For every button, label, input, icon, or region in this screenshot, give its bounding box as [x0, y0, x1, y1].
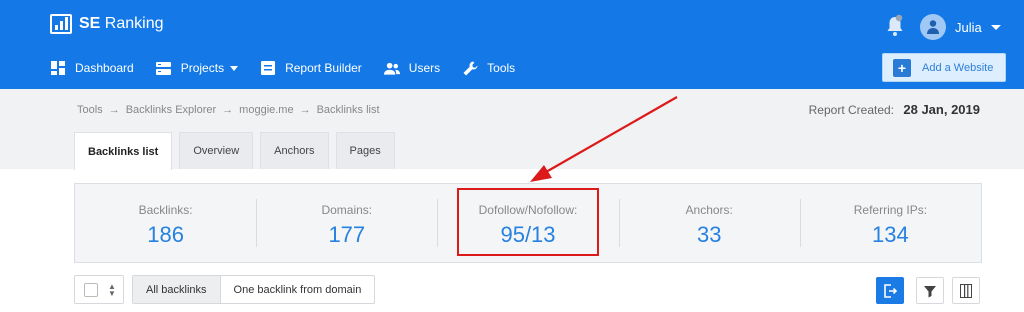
stat-label: Domains: [321, 203, 373, 217]
top-header: SE Ranking Julia Dashboard Projects Repo… [0, 0, 1024, 89]
tab-backlinks-list[interactable]: Backlinks list [74, 132, 173, 170]
projects-icon [156, 60, 172, 76]
select-all-checkbox[interactable] [84, 282, 98, 297]
chevron-down-icon [990, 24, 1001, 30]
breadcrumb-separator: → [108, 104, 120, 116]
chevron-down-icon [230, 65, 239, 71]
filter-one-backlink-from-domain[interactable]: One backlink from domain [221, 276, 375, 303]
tab-pages[interactable]: Pages [335, 132, 395, 169]
brand-name-rest: Ranking [100, 15, 164, 32]
nav-item-report-builder[interactable]: Report Builder [260, 60, 362, 76]
users-icon [383, 60, 400, 76]
stat-value: 134 [872, 222, 909, 247]
logo[interactable]: SE Ranking [50, 14, 164, 34]
nav-item-tools[interactable]: Tools [462, 60, 515, 76]
tab-anchors[interactable]: Anchors [260, 132, 329, 169]
logo-chart-icon [50, 14, 72, 34]
user-name: Julia [955, 19, 982, 35]
breadcrumb-tools[interactable]: Tools [77, 104, 103, 116]
select-all-dropdown[interactable]: ▲ ▼ [74, 275, 124, 304]
breadcrumb-backlinks-explorer[interactable]: Backlinks Explorer [126, 104, 216, 116]
nav-label-report-builder: Report Builder [285, 61, 362, 75]
highlight-box [457, 188, 599, 256]
breadcrumb-separator: → [222, 104, 234, 116]
user-menu[interactable]: Julia [920, 14, 1001, 40]
report-created: Report Created: 28 Jan, 2019 [809, 102, 980, 117]
tab-bar: Backlinks list Overview Anchors Pages [74, 132, 395, 170]
nav-label-tools: Tools [487, 61, 516, 75]
stat-value: 33 [696, 222, 722, 247]
stat-anchors: Anchors: 33 [618, 184, 800, 262]
breadcrumb-current: Backlinks list [316, 104, 380, 116]
wrench-icon [462, 60, 478, 76]
tab-overview[interactable]: Overview [179, 132, 254, 169]
main-nav: Dashboard Projects Report Builder Users [50, 60, 537, 76]
nav-label-projects: Projects [180, 61, 225, 75]
stat-value: 177 [328, 222, 366, 247]
filter-button[interactable] [916, 277, 944, 304]
add-website-label: Add a Website [922, 61, 994, 74]
bell-icon[interactable] [885, 14, 905, 38]
stat-label: Anchors: [685, 203, 733, 217]
backlink-filter: All backlinks One backlink from domain [132, 275, 376, 304]
person-icon [927, 20, 939, 34]
nav-item-projects[interactable]: Projects [156, 60, 239, 76]
breadcrumb-separator: → [299, 104, 311, 116]
columns-icon [960, 283, 972, 298]
stat-label: Referring IPs: [853, 203, 928, 217]
export-button[interactable] [876, 277, 904, 304]
breadcrumb: Tools → Backlinks Explorer → moggie.me →… [77, 104, 380, 116]
breadcrumb-domain[interactable]: moggie.me [239, 104, 293, 116]
dashboard-icon [50, 60, 66, 76]
add-website-button[interactable]: + Add a Website [882, 53, 1006, 82]
stat-referring-ips: Referring IPs: 134 [799, 184, 981, 262]
brand-name-bold: SE [79, 15, 101, 32]
sort-updown-icon: ▲ ▼ [108, 281, 116, 298]
plus-icon: + [893, 58, 911, 77]
nav-label-users: Users [408, 61, 441, 75]
report-created-label: Report Created: [808, 103, 895, 117]
stat-domains: Domains: 177 [256, 184, 437, 262]
nav-item-dashboard[interactable]: Dashboard [50, 60, 134, 76]
report-created-date: 28 Jan, 2019 [903, 102, 980, 117]
funnel-icon [924, 285, 936, 297]
columns-button[interactable] [952, 277, 980, 304]
page-header-band: Tools → Backlinks Explorer → moggie.me →… [0, 89, 1024, 170]
stat-label: Backlinks: [138, 203, 193, 217]
stat-value: 186 [147, 222, 184, 247]
stat-backlinks: Backlinks: 186 [75, 184, 256, 262]
avatar [920, 14, 946, 40]
nav-label-dashboard: Dashboard [75, 61, 134, 75]
export-icon [884, 283, 897, 298]
nav-item-users[interactable]: Users [383, 60, 441, 76]
filter-all-backlinks[interactable]: All backlinks [133, 276, 221, 303]
report-builder-icon [260, 60, 276, 76]
